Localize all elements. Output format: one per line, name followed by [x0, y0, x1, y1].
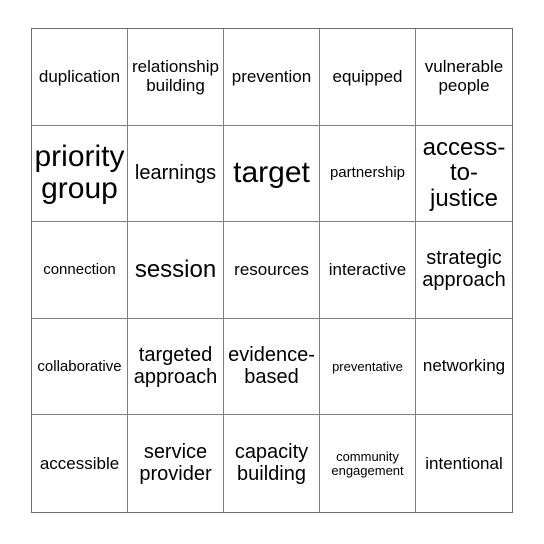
bingo-cell-label: strategic approach [422, 247, 506, 291]
bingo-card-grid: duplication relationship building preventi… [31, 28, 513, 513]
bingo-cell[interactable]: session [128, 222, 224, 319]
bingo-cell-label: access-to-justice [422, 133, 506, 213]
bingo-cell[interactable]: resources [224, 222, 320, 319]
bingo-cell[interactable]: learnings [128, 125, 224, 223]
bingo-cell[interactable]: targeted approach [128, 318, 224, 416]
bingo-cell[interactable]: networking [416, 318, 512, 416]
bingo-cell-label: targeted approach [133, 344, 218, 388]
bingo-cell-label: resources [234, 259, 309, 279]
bingo-cell-label: learnings [134, 161, 217, 184]
bingo-cell-label: collaborative [37, 357, 122, 375]
bingo-cell[interactable]: service provider [128, 415, 224, 512]
bingo-cell[interactable]: partnership [320, 125, 416, 223]
bingo-cell[interactable]: target [224, 125, 320, 223]
bingo-cell-label: networking [422, 356, 506, 376]
bingo-cell[interactable]: duplication [32, 29, 128, 126]
bingo-cell-label: target [233, 156, 310, 190]
bingo-cell-label: intentional [425, 453, 503, 473]
bingo-cell[interactable]: intentional [416, 415, 512, 512]
bingo-cell[interactable]: interactive [320, 222, 416, 319]
bingo-cell-label: equipped [332, 66, 403, 86]
bingo-cell-label: preventative [332, 358, 403, 374]
bingo-cell-label: service provider [139, 441, 212, 485]
bingo-cell-label: community engagement [331, 448, 404, 478]
bingo-cell[interactable]: collaborative [32, 318, 128, 416]
bingo-cell-label: accessible [39, 453, 120, 473]
bingo-cell[interactable]: connection [32, 222, 128, 319]
bingo-cell[interactable]: priority group [32, 125, 128, 223]
bingo-cell[interactable]: vulnerable people [416, 29, 512, 126]
bingo-cell[interactable]: strategic approach [416, 222, 512, 319]
bingo-cell-label: priority group [34, 140, 125, 206]
bingo-cell-label: evidence-based [228, 344, 315, 388]
bingo-cell-label: capacity building [234, 441, 309, 485]
bingo-cell-label: connection [43, 260, 116, 278]
bingo-cell-label: prevention [231, 66, 312, 86]
bingo-cell[interactable]: equipped [320, 29, 416, 126]
bingo-cell[interactable]: preventative [320, 318, 416, 416]
bingo-cell-label: duplication [38, 66, 121, 86]
bingo-cell[interactable]: prevention [224, 29, 320, 126]
bingo-cell-label: interactive [328, 259, 407, 279]
bingo-cell[interactable]: community engagement [320, 415, 416, 512]
bingo-cell[interactable]: evidence-based [224, 318, 320, 416]
bingo-cell-label: session [134, 256, 217, 284]
bingo-cell[interactable]: accessible [32, 415, 128, 512]
bingo-cell[interactable]: relationship building [128, 29, 224, 126]
bingo-cell[interactable]: capacity building [224, 415, 320, 512]
bingo-cell-label: partnership [329, 164, 406, 182]
bingo-cell[interactable]: access-to-justice [416, 125, 512, 223]
bingo-cell-label: relationship building [132, 57, 219, 95]
bingo-cell-label: vulnerable people [424, 57, 504, 95]
